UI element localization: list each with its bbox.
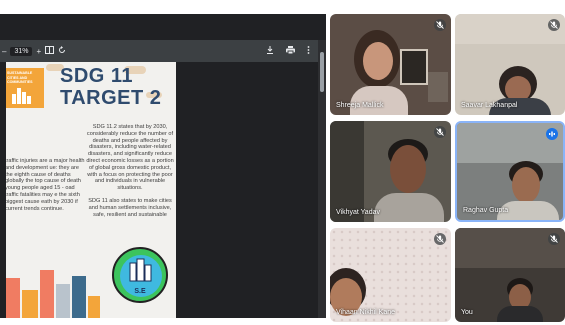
presentation-area: – 31% + SUSTAINABLE CITIES AND COMMUNITI… [0,14,326,318]
face [390,145,426,193]
wall [455,228,565,268]
background-object [428,72,448,102]
face [363,42,393,80]
slide-paragraph: SDG 11 also states to make cities and hu… [88,197,172,218]
sdg-badge-text: SUSTAINABLE CITIES AND COMMUNITIES [7,71,33,85]
shoulders [374,193,444,222]
participant-tile[interactable]: Vihaan Nikhil Kane [330,228,451,322]
speaking-indicator-icon [546,128,558,140]
pdf-actions [266,46,310,56]
pdf-toolbar: – 31% + [0,40,318,62]
school-logo: S.E [112,247,168,303]
print-icon[interactable] [286,46,295,56]
more-icon[interactable] [307,46,310,56]
participant-tile-self[interactable]: You [455,228,565,322]
zoom-level[interactable]: 31% [10,46,33,56]
pdf-scrollbar[interactable] [318,40,326,318]
meeting-screen: – 31% + SUSTAINABLE CITIES AND COMMUNITI… [0,0,565,325]
sdg-badge: SUSTAINABLE CITIES AND COMMUNITIES [6,68,44,108]
background-object [330,121,364,222]
building-illustration [22,290,38,318]
participant-name: Saavar Lakhanpal [461,102,518,109]
shoulders [350,86,408,115]
participant-tile[interactable]: Shreeja Mallick [330,14,451,115]
mic-off-icon [434,19,446,31]
rotate-icon[interactable] [58,46,66,56]
building-illustration [6,278,20,318]
building-illustration [56,284,70,318]
building-illustration [40,270,54,318]
ceiling [455,14,565,44]
building-illustration [88,296,100,318]
face [512,167,540,203]
zoom-controls: – 31% + [2,46,66,56]
slide-title-line2: TARGET 2 [60,87,162,109]
zoom-in-button[interactable]: + [36,47,41,56]
fit-page-icon[interactable] [45,46,55,56]
zoom-out-button[interactable]: – [2,47,6,56]
download-icon[interactable] [266,46,274,56]
participant-name: Raghav Gupta [463,207,509,214]
mic-off-icon [434,233,446,245]
mic-off-icon [548,19,560,31]
mic-off-icon [434,126,446,138]
participant-tile[interactable]: Vikhyat Yadav [330,121,451,222]
slide-left-text: traffic injuries are a major health and … [6,158,85,212]
participant-name: Vihaan Nikhil Kane [336,309,396,316]
slide-body: SDG 11.2 states that by 2030, considerab… [84,124,176,224]
logo-text: S.E [134,288,146,295]
slide-title-line1: SDG 11 [60,65,134,87]
participant-name: You [461,309,473,316]
slide-paragraph: SDG 11.2 states that by 2030, considerab… [86,124,174,192]
city-icon [12,88,31,104]
wall-frame [400,49,428,85]
shoulders [497,306,543,322]
mic-off-icon [548,233,560,245]
participant-name: Vikhyat Yadav [336,209,380,216]
participant-tile-active[interactable]: Raghav Gupta [455,121,565,222]
scrollbar-thumb[interactable] [320,52,324,92]
slide-page: SUSTAINABLE CITIES AND COMMUNITIES SDG 1… [6,62,176,318]
slide-title: SDG 11 TARGET 2 [60,65,161,109]
building-illustration [72,276,86,318]
participant-name: Shreeja Mallick [336,102,384,109]
participant-tile[interactable]: Saavar Lakhanpal [455,14,565,115]
